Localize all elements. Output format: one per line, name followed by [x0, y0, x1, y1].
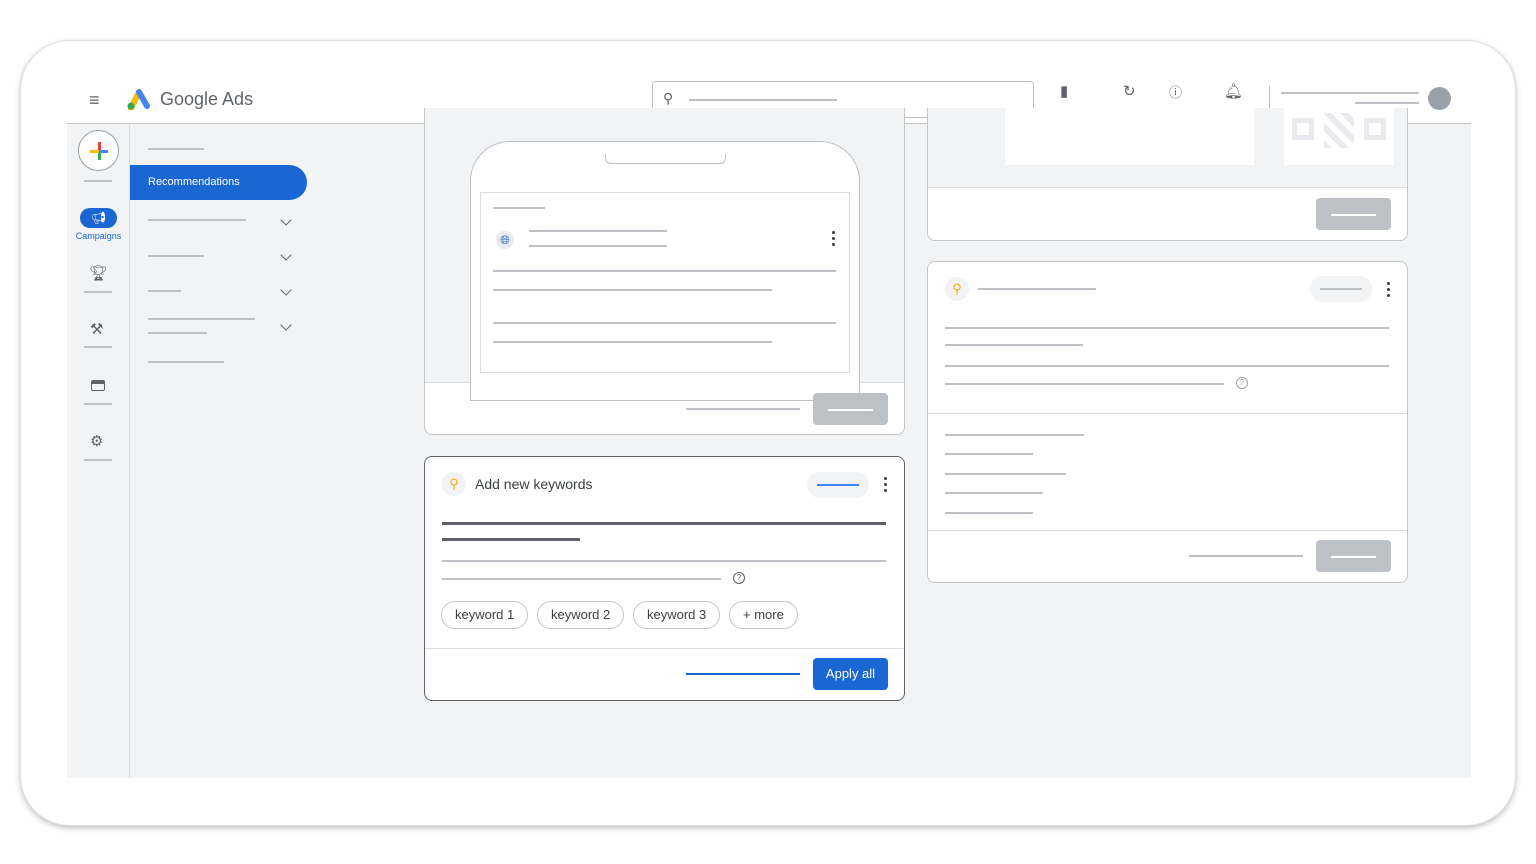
- plus-icon: [90, 142, 108, 160]
- status-chip[interactable]: [1310, 276, 1372, 302]
- qr-card: [927, 108, 1408, 241]
- apply-button[interactable]: [1316, 540, 1391, 572]
- keyword-chip[interactable]: keyword 1: [441, 601, 529, 629]
- bell-icon[interactable]: 🔔︎: [1224, 82, 1243, 100]
- campaigns-label[interactable]: Campaigns: [67, 231, 130, 241]
- chevron-down-icon[interactable]: [280, 214, 292, 226]
- chevron-down-icon[interactable]: [280, 319, 292, 331]
- app-name: Google Ads: [160, 89, 254, 109]
- apply-button[interactable]: [813, 393, 888, 425]
- card-title: Add new keywords: [475, 476, 593, 492]
- apply-all-button[interactable]: Apply all: [813, 658, 888, 690]
- more-icon[interactable]: [884, 477, 888, 495]
- search-icon: ⚲: [663, 90, 674, 106]
- status-chip[interactable]: [807, 472, 869, 498]
- create-button[interactable]: [78, 130, 119, 171]
- avatar[interactable]: [1428, 87, 1451, 110]
- chevron-down-icon[interactable]: [280, 284, 292, 296]
- keyword-chip[interactable]: keyword 3: [633, 601, 721, 629]
- google-ads-logo: [127, 89, 150, 110]
- tools-icon[interactable]: ⚒: [90, 320, 103, 338]
- menu-icon[interactable]: ≡: [89, 90, 100, 111]
- ad-preview-card: 🌐︎: [424, 108, 905, 435]
- billing-icon[interactable]: [91, 380, 105, 391]
- trophy-icon[interactable]: 🏆︎: [89, 264, 108, 282]
- refresh-icon[interactable]: ↻: [1123, 82, 1136, 100]
- settings-icon[interactable]: ⚙: [90, 432, 103, 450]
- apply-button[interactable]: [1316, 198, 1391, 230]
- help-icon[interactable]: ⓘ: [1169, 82, 1182, 101]
- search-icon: ⚲: [945, 277, 969, 301]
- campaigns-icon[interactable]: 📢︎: [80, 208, 117, 228]
- keyword-chip[interactable]: keyword 2: [537, 601, 625, 629]
- help-icon[interactable]: ?: [1236, 377, 1248, 389]
- reports-icon[interactable]: ▮: [1060, 82, 1068, 100]
- recommendation-card: ⚲ ?: [927, 261, 1408, 583]
- more-icon[interactable]: [1387, 282, 1391, 300]
- search-icon: ⚲: [442, 472, 466, 496]
- more-keywords-chip[interactable]: + more: [729, 601, 798, 629]
- qr-code: [1284, 108, 1394, 165]
- app-screen: ≡ Google Ads ⚲ ▮ ↻ ⓘ 🔔︎ 📢︎ Campaigns 🏆︎ …: [67, 78, 1471, 778]
- more-icon[interactable]: [832, 231, 836, 249]
- help-icon[interactable]: ?: [733, 572, 745, 584]
- keyword-recommendation-card: ⚲ Add new keywords ? keyword 1 keyword 2…: [424, 456, 905, 701]
- nav-item-recommendations[interactable]: Recommendations: [130, 165, 307, 200]
- globe-icon: 🌐︎: [496, 231, 514, 249]
- chevron-down-icon[interactable]: [280, 249, 292, 261]
